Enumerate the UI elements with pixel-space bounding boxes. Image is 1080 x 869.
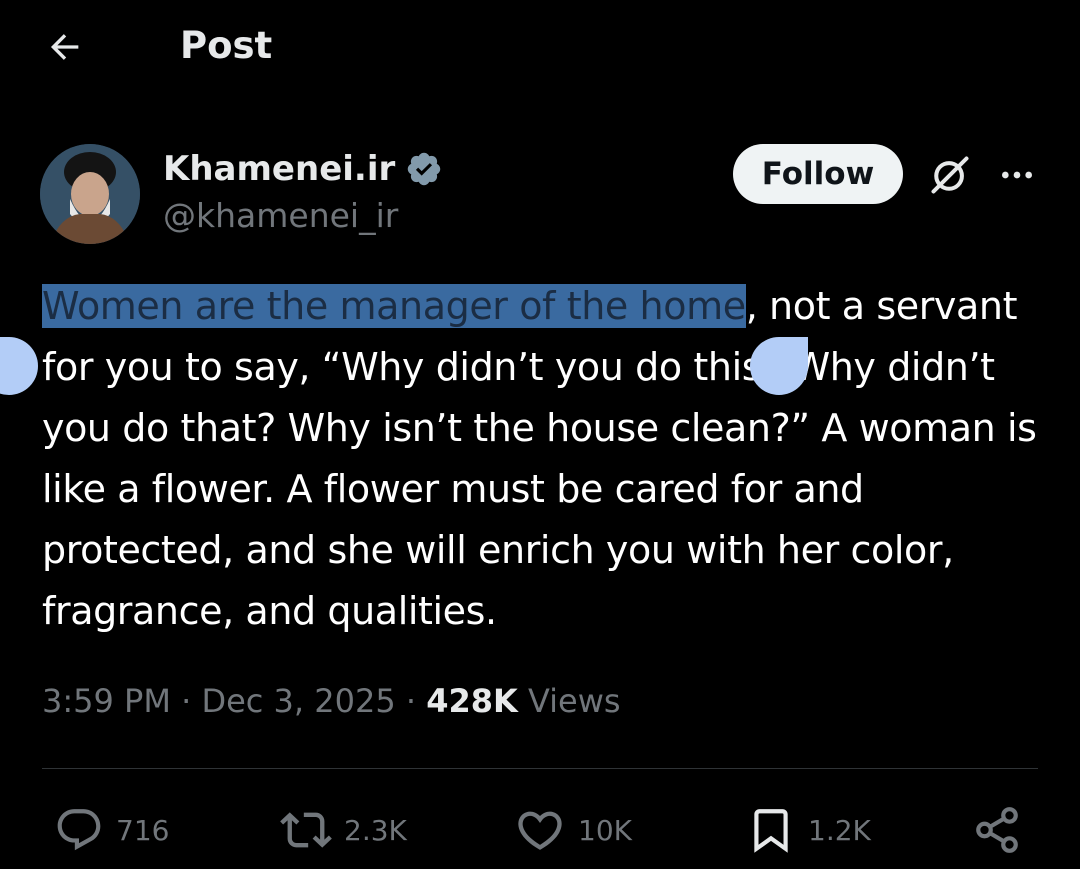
share-icon xyxy=(976,807,1018,853)
bookmark-icon xyxy=(754,809,788,853)
post-author: Khamenei.ir @khamenei_ir Follow xyxy=(40,140,1040,250)
heart-icon xyxy=(518,811,562,850)
top-bar: Post xyxy=(0,0,1080,92)
like-count: 10K xyxy=(578,813,632,847)
post-time[interactable]: 3:59 PM xyxy=(42,682,171,720)
bookmark-button[interactable]: 1.2K xyxy=(746,800,871,860)
more-dots-icon xyxy=(1002,171,1032,179)
repost-button[interactable]: 2.3K xyxy=(280,800,407,860)
verified-badge-icon xyxy=(408,152,441,186)
follow-button[interactable]: Follow xyxy=(733,144,903,204)
reply-bubble-icon xyxy=(57,809,101,851)
meta-separator: · xyxy=(181,682,192,720)
reply-button[interactable]: 716 xyxy=(54,800,169,860)
display-name[interactable]: Khamenei.ir xyxy=(163,149,395,189)
more-options-button[interactable] xyxy=(992,150,1042,200)
repost-count: 2.3K xyxy=(344,813,407,847)
arrow-left-icon xyxy=(50,34,79,60)
views-count[interactable]: 428K xyxy=(426,682,518,720)
post-text[interactable]: Women are the manager of the home, not a… xyxy=(42,276,1042,642)
views-label: Views xyxy=(527,682,621,720)
like-button[interactable]: 10K xyxy=(514,800,632,860)
back-button[interactable] xyxy=(40,22,90,72)
meta-separator: · xyxy=(405,682,417,720)
avatar[interactable] xyxy=(40,144,140,244)
selected-text[interactable]: Women are the manager of the home xyxy=(42,284,746,328)
reply-count: 716 xyxy=(116,813,170,847)
share-button[interactable] xyxy=(972,800,1022,860)
page-title: Post xyxy=(180,24,273,67)
post-meta: 3:59 PM · Dec 3, 2025 · 428K Views xyxy=(42,682,621,720)
grok-icon xyxy=(931,156,969,194)
bookmark-count: 1.2K xyxy=(808,813,871,847)
grok-button[interactable] xyxy=(925,150,975,200)
post-date[interactable]: Dec 3, 2025 xyxy=(201,682,395,720)
action-bar: 716 2.3K 10K 1.2K xyxy=(42,800,1038,860)
divider xyxy=(42,768,1038,769)
avatar-image xyxy=(40,144,140,244)
name-row: Khamenei.ir xyxy=(163,144,443,194)
post-text-rest: , not a servant for you to say, “Why did… xyxy=(42,284,1037,633)
selection-handle-end[interactable] xyxy=(750,337,808,395)
repost-icon xyxy=(280,812,332,848)
author-handle[interactable]: @khamenei_ir xyxy=(163,196,398,235)
selection-handle-start[interactable] xyxy=(0,337,38,395)
